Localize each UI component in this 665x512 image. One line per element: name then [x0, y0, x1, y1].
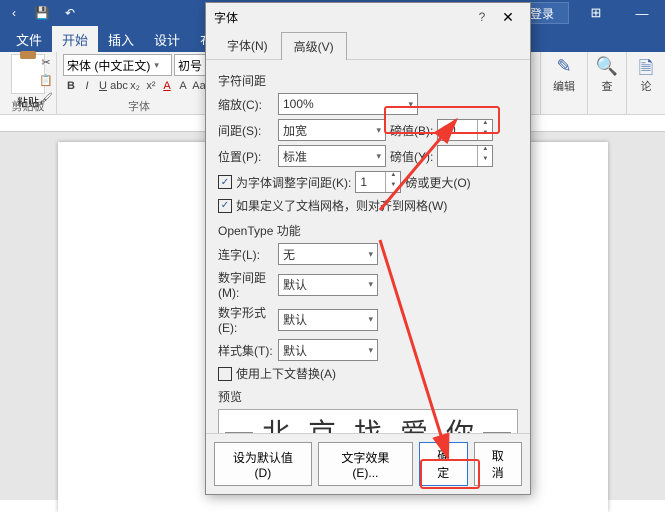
menu-design[interactable]: 设计	[144, 26, 190, 53]
position-pt-label: 磅值(Y):	[390, 148, 433, 165]
preview-label: 预览	[218, 388, 518, 405]
cancel-button[interactable]: 取消	[474, 442, 522, 486]
styleset-select[interactable]: 默认▾	[278, 339, 378, 361]
left-arrow-icon[interactable]: ‹	[0, 0, 28, 26]
grid-label: 如果定义了文档网格，则对齐到网格(W)	[236, 197, 447, 214]
app-min-icon[interactable]: ⊞	[573, 0, 619, 26]
edit-label: 编辑	[553, 78, 575, 94]
spacing-pt-input[interactable]: 20▲▼	[437, 119, 493, 141]
italic-button[interactable]: I	[79, 78, 95, 94]
kerning-label: 为字体调整字间距(K):	[236, 174, 351, 191]
bold-button[interactable]: B	[63, 78, 79, 94]
scale-label: 缩放(C):	[218, 96, 274, 113]
menu-insert[interactable]: 插入	[98, 26, 144, 53]
numform-label: 数字形式(E):	[218, 304, 274, 335]
text-effects-button[interactable]: 文字效果(E)...	[318, 442, 413, 486]
dialog-buttons: 设为默认值(D) 文字效果(E)... 确定 取消	[206, 433, 530, 494]
undo-icon[interactable]: ↶	[56, 0, 84, 26]
spacing-select[interactable]: 加宽▾	[278, 119, 386, 141]
numspacing-select[interactable]: 默认▾	[278, 274, 378, 296]
help-icon[interactable]: ?	[470, 10, 494, 24]
ligature-select[interactable]: 无▾	[278, 243, 378, 265]
position-select[interactable]: 标准▾	[278, 145, 386, 167]
kerning-suffix: 磅或更大(O)	[405, 174, 470, 191]
sup-button[interactable]: x²	[143, 78, 159, 94]
close-icon[interactable]: ✕	[494, 9, 522, 26]
kerning-checkbox[interactable]: ✓	[218, 175, 232, 189]
numspacing-label: 数字间距(M):	[218, 269, 274, 300]
font-name-combo[interactable]: 宋体 (中文正文)▾	[63, 54, 172, 76]
spacing-pt-label: 磅值(B):	[390, 122, 433, 139]
find-label: 查	[602, 78, 613, 94]
sub-button[interactable]: x₂	[127, 78, 143, 94]
dialog-titlebar: 字体 ? ✕	[206, 3, 530, 31]
copy-icon[interactable]: 📋	[38, 72, 54, 88]
save-icon[interactable]: 💾	[28, 0, 56, 26]
edit-icon[interactable]: ✎	[556, 56, 571, 78]
dialog-title: 字体	[214, 9, 238, 26]
context-label: 使用上下文替换(A)	[236, 365, 336, 382]
font-color-button[interactable]: A	[159, 78, 175, 94]
cut-icon[interactable]: ✂	[38, 54, 54, 70]
notes-icon[interactable]: 🗎	[639, 56, 653, 78]
app-minimize-icon[interactable]: —	[619, 0, 665, 26]
dialog-tabs: 字体(N) 高级(V)	[206, 31, 530, 60]
underline-button[interactable]: U	[95, 78, 111, 94]
preview-box: 北京找爱你	[218, 409, 518, 433]
position-pt-input[interactable]: ▲▼	[437, 145, 493, 167]
section-opentype-title: OpenType 功能	[218, 222, 518, 239]
grid-checkbox[interactable]: ✓	[218, 199, 232, 213]
ligature-label: 连字(L):	[218, 246, 274, 263]
position-label: 位置(P):	[218, 148, 274, 165]
ok-button[interactable]: 确定	[419, 442, 467, 486]
menu-home[interactable]: 开始	[52, 26, 98, 53]
font-group-label: 字体	[57, 98, 221, 114]
styleset-label: 样式集(T):	[218, 342, 274, 359]
tab-font[interactable]: 字体(N)	[214, 31, 281, 59]
font-dialog: 字体 ? ✕ 字体(N) 高级(V) 字符间距 缩放(C): 100%▾ 间距(…	[205, 2, 531, 495]
context-checkbox[interactable]	[218, 367, 232, 381]
highlight-button[interactable]: A	[175, 78, 191, 94]
find-icon[interactable]: 🔍	[596, 56, 618, 78]
section-spacing-title: 字符间距	[218, 72, 518, 89]
kerning-value-input[interactable]: 1▲▼	[355, 171, 401, 193]
menu-file[interactable]: 文件	[6, 26, 52, 53]
format-painter-icon[interactable]: 🖌	[38, 90, 54, 106]
numform-select[interactable]: 默认▾	[278, 309, 378, 331]
more-label: 论	[641, 78, 652, 94]
scale-select[interactable]: 100%▾	[278, 93, 418, 115]
spacing-label: 间距(S):	[218, 122, 274, 139]
strike-button[interactable]: abc	[111, 78, 127, 94]
set-default-button[interactable]: 设为默认值(D)	[214, 442, 312, 486]
tab-advanced[interactable]: 高级(V)	[281, 32, 347, 60]
